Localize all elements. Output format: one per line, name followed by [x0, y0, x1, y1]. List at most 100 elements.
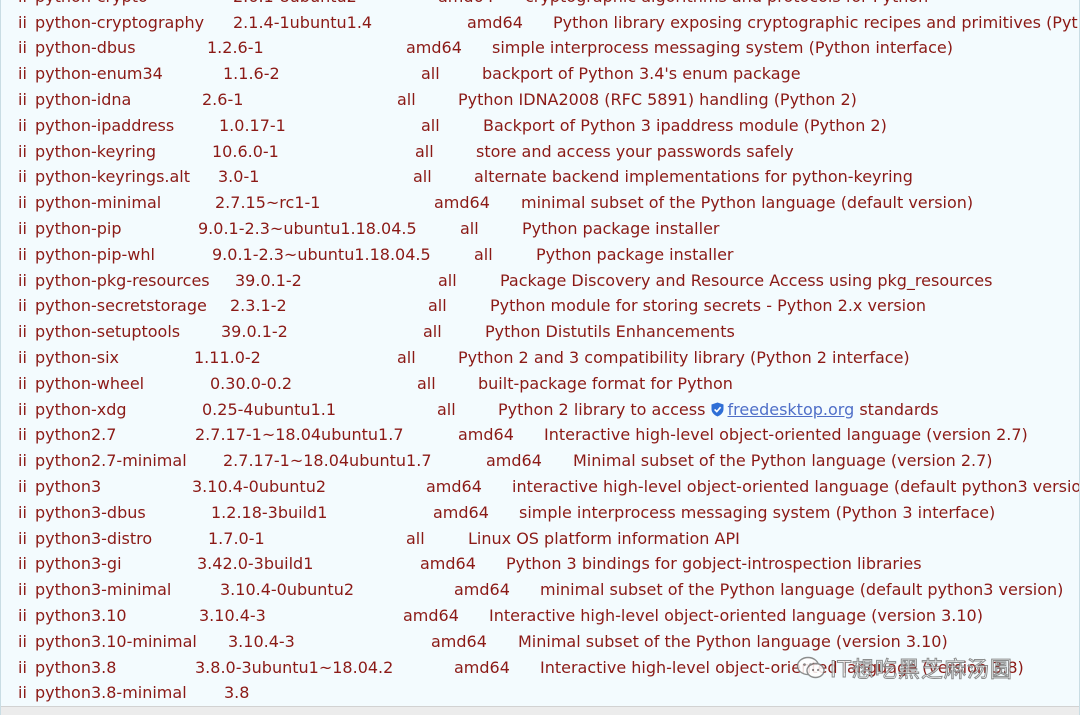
package-description: simple interprocess messaging system (Py… — [519, 502, 996, 522]
package-name: python-pkg-resources — [35, 270, 210, 290]
package-status: ii — [18, 373, 27, 393]
package-status: ii — [18, 193, 27, 213]
description-prefix: Python 2 library to access — [498, 399, 706, 419]
package-row: ii python3.10-minimal 3.10.4-3 amd64 Min… — [1, 629, 1079, 655]
package-name: python-pip — [35, 218, 122, 238]
package-row: ii python2.7 2.7.17-1~18.04ubuntu1.7 amd… — [1, 422, 1079, 448]
package-version: 3.10.4-3 — [228, 631, 295, 651]
package-version: 2.7.17-1~18.04ubuntu1.7 — [195, 425, 404, 445]
package-version: 2.1.4-1ubuntu1.4 — [233, 12, 373, 32]
package-row: ii python-ipaddress 1.0.17-1 all Backpor… — [1, 113, 1079, 139]
package-version: 2.3.1-2 — [230, 296, 287, 316]
package-row: ii python-dbus 1.2.6-1 amd64 simple inte… — [1, 35, 1079, 61]
package-description: Minimal subset of the Python language (v… — [573, 451, 993, 471]
package-arch: amd64 — [467, 12, 523, 32]
freedesktop-link[interactable]: freedesktop.org — [728, 400, 855, 419]
package-status: ii — [18, 115, 27, 135]
package-row: ii python-wheel 0.30.0-0.2 all built-pac… — [1, 371, 1079, 397]
package-arch: amd64 — [454, 580, 510, 600]
package-status: ii — [18, 141, 27, 161]
package-status: ii — [18, 0, 27, 10]
package-status: ii — [18, 12, 27, 32]
package-row: ii python3.8-minimal 3.8 — [1, 680, 1079, 706]
package-name: python-setuptools — [35, 322, 181, 342]
package-arch: amd64 — [403, 605, 459, 625]
package-version: 2.7.15~rc1-1 — [215, 193, 321, 213]
package-version: 9.0.1-2.3~ubuntu1.18.04.5 — [198, 218, 417, 238]
package-status: ii — [18, 64, 27, 84]
package-description: Python IDNA2008 (RFC 5891) handling (Pyt… — [458, 89, 857, 109]
package-row: ii python-minimal 2.7.15~rc1-1 amd64 min… — [1, 190, 1079, 216]
package-status: ii — [18, 270, 27, 290]
package-version: 1.2.6-1 — [207, 38, 264, 58]
package-row: ii python-xdg 0.25-4ubuntu1.1 all Python… — [1, 397, 1079, 423]
package-name: python-cryptography — [35, 12, 205, 32]
package-status: ii — [18, 476, 27, 496]
package-version: 3.8.0-3ubuntu1~18.04.2 — [195, 657, 394, 677]
package-description: Python module for storing secrets - Pyth… — [490, 296, 927, 316]
package-status: ii — [18, 38, 27, 58]
package-version: 2.6.1-8ubuntu2 — [233, 0, 357, 10]
package-status: ii — [18, 554, 27, 574]
package-row: ii python-cryptography 2.1.4-1ubuntu1.4 … — [1, 10, 1079, 36]
package-arch: amd64 — [486, 451, 542, 471]
package-arch: amd64 — [431, 631, 487, 651]
package-description: minimal subset of the Python language (d… — [540, 580, 1064, 600]
description-suffix: standards — [859, 399, 939, 419]
package-version: 1.0.17-1 — [219, 115, 286, 135]
package-status: ii — [18, 451, 27, 471]
package-version: 3.42.0-3build1 — [197, 554, 314, 574]
package-version: 1.2.18-3build1 — [211, 502, 328, 522]
package-row: ii python-crypto 2.6.1-8ubuntu2 amd64 cr… — [1, 0, 1079, 10]
package-status: ii — [18, 218, 27, 238]
package-version: 1.11.0-2 — [194, 347, 261, 367]
package-status: ii — [18, 528, 27, 548]
package-arch: all — [438, 270, 457, 290]
package-description: store and access your passwords safely — [476, 141, 794, 161]
package-status: ii — [18, 322, 27, 342]
package-status: ii — [18, 89, 27, 109]
package-row: ii python-pip-whl 9.0.1-2.3~ubuntu1.18.0… — [1, 242, 1079, 268]
package-name: python3-dbus — [35, 502, 146, 522]
package-name: python3-distro — [35, 528, 153, 548]
package-version: 3.10.4-0ubuntu2 — [192, 476, 327, 496]
package-status: ii — [18, 167, 27, 187]
package-row: ii python3.10 3.10.4-3 amd64 Interactive… — [1, 603, 1079, 629]
package-name: python-crypto — [35, 0, 148, 10]
package-version: 10.6.0-1 — [212, 141, 279, 161]
package-version: 1.7.0-1 — [208, 528, 265, 548]
package-arch: all — [406, 528, 425, 548]
package-description: simple interprocess messaging system (Py… — [492, 38, 953, 58]
package-arch: amd64 — [438, 0, 494, 10]
package-arch: all — [474, 244, 493, 264]
package-arch: amd64 — [454, 657, 510, 677]
package-row: ii python-secretstorage 2.3.1-2 all Pyth… — [1, 293, 1079, 319]
package-description: Python 2 library to access freedesktop.o… — [498, 397, 939, 423]
package-arch: amd64 — [458, 425, 514, 445]
package-version: 0.25-4ubuntu1.1 — [202, 399, 337, 419]
package-status: ii — [18, 580, 27, 600]
package-arch: all — [437, 399, 456, 419]
package-status: ii — [18, 425, 27, 445]
package-name: python3-minimal — [35, 580, 172, 600]
package-row: ii python3-minimal 3.10.4-0ubuntu2 amd64… — [1, 577, 1079, 603]
horizontal-scrollbar[interactable] — [1, 706, 1079, 715]
package-row: ii python-idna 2.6-1 all Python IDNA2008… — [1, 87, 1079, 113]
package-status: ii — [18, 244, 27, 264]
package-row: ii python3.8 3.8.0-3ubuntu1~18.04.2 amd6… — [1, 655, 1079, 681]
package-arch: all — [417, 373, 436, 393]
package-name: python-idna — [35, 89, 132, 109]
package-version: 39.0.1-2 — [235, 270, 302, 290]
package-row: ii python-six 1.11.0-2 all Python 2 and … — [1, 345, 1079, 371]
package-name: python-secretstorage — [35, 296, 207, 316]
package-description: Python Distutils Enhancements — [485, 322, 735, 342]
package-description: minimal subset of the Python language (d… — [521, 193, 974, 213]
package-name: python-enum34 — [35, 64, 163, 84]
package-arch: all — [460, 218, 479, 238]
package-row: ii python2.7-minimal 2.7.17-1~18.04ubunt… — [1, 448, 1079, 474]
package-name: python-keyrings.alt — [35, 167, 191, 187]
package-description: alternate backend implementations for py… — [474, 167, 913, 187]
package-name: python2.7 — [35, 425, 117, 445]
package-arch: amd64 — [434, 193, 490, 213]
package-row: ii python-pip 9.0.1-2.3~ubuntu1.18.04.5 … — [1, 216, 1079, 242]
